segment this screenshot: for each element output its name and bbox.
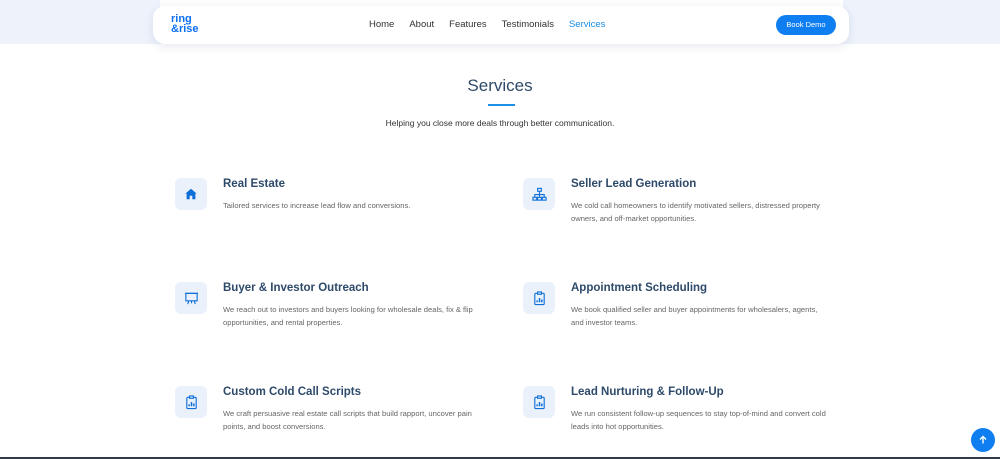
- service-title: Lead Nurturing & Follow-Up: [571, 386, 724, 398]
- service-card-appointment: Appointment Scheduling We book qualified…: [523, 282, 823, 342]
- section-subtitle: Helping you close more deals through bet…: [385, 118, 615, 128]
- service-title: Appointment Scheduling: [571, 282, 708, 294]
- home-icon: [175, 178, 207, 210]
- service-title: Real Estate: [223, 178, 286, 190]
- nav-links: Home About Features Testimonials Service…: [369, 19, 620, 30]
- service-description: We reach out to investors and buyers loo…: [223, 305, 473, 327]
- section-title: Services: [467, 76, 533, 95]
- clipboard-chart-icon: [175, 386, 207, 418]
- book-demo-button[interactable]: Book Demo: [776, 15, 836, 35]
- service-card-seller-lead: Seller Lead Generation We cold call home…: [523, 178, 823, 238]
- nav-link-home[interactable]: Home: [369, 19, 394, 30]
- nav-link-testimonials[interactable]: Testimonials: [502, 19, 554, 30]
- service-title: Custom Cold Call Scripts: [223, 386, 362, 398]
- service-card-buyer-outreach: Buyer & Investor Outreach We reach out t…: [175, 282, 475, 342]
- navbar: ring &rise Home About Features Testimoni…: [153, 6, 849, 44]
- service-description: We craft persuasive real estate call scr…: [223, 409, 472, 431]
- arrow-up-icon: [979, 435, 987, 444]
- nav-link-services[interactable]: Services: [569, 19, 605, 30]
- presentation-icon: [175, 282, 207, 314]
- title-underline: [488, 104, 515, 106]
- nav-link-features[interactable]: Features: [449, 19, 487, 30]
- service-description: We book qualified seller and buyer appoi…: [571, 305, 818, 327]
- clipboard-chart-icon: [523, 386, 555, 418]
- service-description: We cold call homeowners to identify moti…: [571, 201, 820, 223]
- service-card-scripts: Custom Cold Call Scripts We craft persua…: [175, 386, 475, 446]
- scroll-to-top-button[interactable]: [971, 428, 995, 452]
- nav-link-about[interactable]: About: [409, 19, 434, 30]
- service-card-real-estate: Real Estate Tailored services to increas…: [175, 178, 475, 238]
- service-title: Buyer & Investor Outreach: [223, 282, 369, 294]
- clipboard-chart-icon: [523, 282, 555, 314]
- logo[interactable]: ring &rise: [171, 14, 199, 35]
- sitemap-icon: [523, 178, 555, 210]
- service-description: We run consistent follow-up sequences to…: [571, 409, 826, 431]
- service-card-nurturing: Lead Nurturing & Follow-Up We run consis…: [523, 386, 826, 446]
- service-description: Tailored services to increase lead flow …: [223, 201, 411, 210]
- service-title: Seller Lead Generation: [571, 178, 697, 190]
